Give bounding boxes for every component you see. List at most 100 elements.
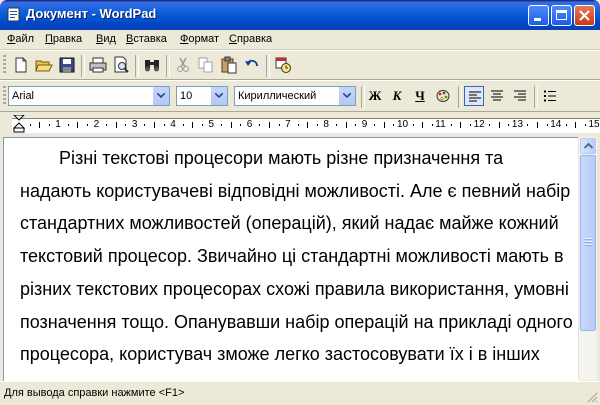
title-bar[interactable]: Документ - WordPad — [0, 0, 600, 30]
maximize-icon — [556, 10, 567, 20]
menu-edit[interactable]: Правка — [45, 33, 82, 45]
ruler-number: 3 — [131, 119, 138, 130]
menu-insert[interactable]: Вставка — [126, 33, 167, 45]
script-combo[interactable]: Кириллический — [234, 86, 356, 106]
save-button[interactable] — [56, 54, 78, 76]
italic-button[interactable]: К — [387, 86, 407, 106]
color-button[interactable] — [433, 86, 453, 106]
cut-scissors-icon — [177, 57, 189, 72]
font-name-value: Arial — [12, 90, 35, 102]
ruler-tick — [230, 122, 232, 128]
menu-format[interactable]: Формат — [180, 33, 219, 45]
insert-datetime-button[interactable] — [272, 54, 294, 76]
ruler-tick — [240, 124, 242, 126]
menu-file[interactable]: Файл — [7, 33, 34, 45]
maximize-button[interactable] — [551, 5, 572, 26]
bullets-button[interactable] — [540, 86, 560, 106]
toolbar-separator — [81, 55, 85, 77]
ruler-number: 12 — [473, 119, 485, 130]
ruler-tick — [393, 124, 395, 126]
bold-button[interactable]: Ж — [365, 86, 385, 106]
ruler-tick — [297, 124, 299, 126]
ruler-tick — [67, 124, 69, 126]
minimize-button[interactable] — [528, 5, 549, 26]
ruler-number: 1 — [55, 119, 61, 130]
ruler-tick — [431, 124, 433, 126]
ruler-tick — [278, 124, 280, 126]
ruler-tick — [316, 124, 318, 126]
ruler-tick — [182, 124, 184, 126]
ruler-tick — [154, 122, 156, 128]
toolbar-grip[interactable] — [3, 86, 6, 106]
ruler-tick — [470, 124, 472, 126]
copy-button[interactable] — [195, 54, 217, 76]
chevron-down-icon — [157, 93, 165, 98]
ruler-number: 4 — [170, 119, 176, 130]
ruler-tick — [546, 124, 548, 126]
ruler-tick — [527, 124, 529, 126]
paste-button[interactable] — [218, 54, 240, 76]
toolbar-separator — [458, 86, 462, 108]
copy-icon — [198, 57, 213, 73]
document-text[interactable]: Різні текстові процесори мають різне при… — [20, 142, 578, 381]
find-button[interactable] — [141, 54, 163, 76]
ruler-tick — [489, 124, 491, 126]
status-bar: Для вывода справки нажмите <F1> — [0, 381, 600, 405]
ruler-tick — [163, 124, 165, 126]
scroll-thumb[interactable] — [580, 155, 596, 331]
save-disk-icon — [59, 57, 75, 73]
vertical-scrollbar[interactable] — [578, 137, 597, 380]
align-right-icon — [514, 90, 526, 101]
script-dropdown-button[interactable] — [338, 87, 355, 105]
align-left-icon — [469, 91, 481, 102]
thumb-grip — [585, 238, 592, 240]
font-size-dropdown-button[interactable] — [210, 87, 227, 105]
ruler-tick — [508, 124, 510, 126]
ruler-tick — [460, 122, 462, 128]
paste-icon — [221, 56, 237, 74]
font-name-dropdown-button[interactable] — [152, 87, 169, 105]
script-value: Кириллический — [238, 90, 317, 102]
undo-button[interactable] — [241, 54, 263, 76]
ruler-number: 13 — [511, 119, 524, 130]
font-size-combo[interactable]: 10 — [176, 86, 228, 106]
document-area[interactable]: Різні текстові процесори мають різне при… — [3, 137, 579, 381]
ruler-tick — [48, 124, 50, 126]
indent-marker-icon[interactable] — [13, 115, 25, 133]
ruler-number: 11 — [435, 119, 446, 130]
toolbar-separator — [266, 55, 270, 77]
menu-help[interactable]: Справка — [229, 33, 272, 45]
font-name-combo[interactable]: Arial — [8, 86, 170, 106]
ruler[interactable]: 1 2 3 4 5 6 7 8 9 10 11 12 13 14 15 — [0, 112, 600, 136]
ruler-tick — [125, 124, 127, 126]
align-center-button[interactable] — [487, 86, 507, 106]
print-preview-button[interactable] — [110, 54, 132, 76]
ruler-tick — [537, 122, 539, 128]
ruler-number: 7 — [285, 119, 291, 130]
close-button[interactable] — [574, 5, 595, 26]
ruler-tick — [77, 122, 79, 128]
new-document-button[interactable] — [10, 54, 32, 76]
align-left-button[interactable] — [464, 86, 484, 106]
align-right-button[interactable] — [510, 86, 530, 106]
print-preview-icon — [114, 56, 129, 73]
resize-grip-icon[interactable] — [586, 391, 598, 403]
print-icon — [89, 57, 107, 73]
toolbar-separator — [166, 55, 170, 77]
cut-button[interactable] — [172, 54, 194, 76]
minimize-icon — [534, 18, 541, 21]
open-folder-icon — [35, 60, 53, 72]
open-button[interactable] — [33, 54, 55, 76]
find-binoculars-icon — [145, 60, 159, 72]
toolbar-grip[interactable] — [3, 55, 6, 75]
underline-button[interactable]: Ч — [410, 86, 430, 106]
scroll-up-button[interactable] — [580, 138, 596, 154]
ruler-tick — [335, 124, 337, 126]
ruler-tick — [422, 122, 424, 128]
ruler-tick — [383, 122, 385, 128]
print-button[interactable] — [87, 54, 109, 76]
ruler-tick — [584, 124, 586, 126]
menu-view[interactable]: Вид — [96, 33, 116, 45]
ruler-tick — [144, 124, 146, 126]
undo-icon — [245, 59, 258, 67]
